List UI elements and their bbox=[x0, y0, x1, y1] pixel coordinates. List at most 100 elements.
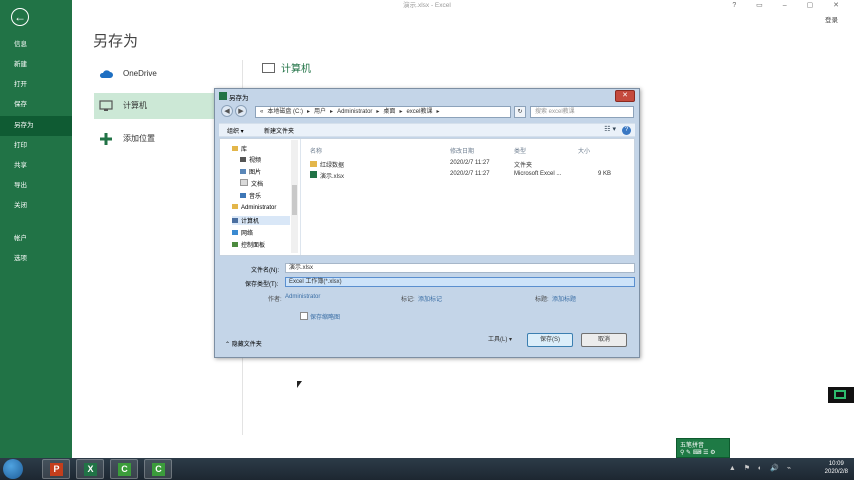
column-size[interactable]: 大小 bbox=[578, 146, 590, 155]
nav-share[interactable]: 共享 bbox=[0, 156, 72, 176]
file-type: Microsoft Excel ... bbox=[514, 171, 562, 177]
file-date: 2020/2/7 11:27 bbox=[450, 171, 490, 177]
taskbar-camtasia-2[interactable]: C bbox=[144, 459, 172, 479]
nav-tree: 库 视频 图片 文档 音乐 Administrator 计算机 网络 控制面板 bbox=[220, 139, 301, 255]
close-icon[interactable]: ✕ bbox=[615, 90, 635, 102]
nav-save[interactable]: 保存 bbox=[0, 95, 72, 115]
help-icon[interactable]: ? bbox=[622, 126, 631, 135]
plus-icon bbox=[100, 133, 112, 145]
nav-open[interactable]: 打开 bbox=[0, 75, 72, 95]
screen-recorder-icon[interactable] bbox=[828, 387, 854, 403]
tags-value[interactable]: 添加标记 bbox=[418, 294, 442, 303]
location-label: 添加位置 bbox=[123, 134, 155, 143]
nav-new[interactable]: 新建 bbox=[0, 55, 72, 75]
scroll-thumb[interactable] bbox=[292, 185, 297, 215]
back-icon[interactable]: ◀ bbox=[221, 105, 233, 117]
window-controls[interactable]: ? ▭ – ▢ ✕ bbox=[732, 1, 848, 9]
tree-item-pictures[interactable]: 图片 bbox=[240, 167, 261, 176]
save-button[interactable]: 保存(S) bbox=[527, 333, 573, 347]
dialog-toolbar: 组织 ▾ 新建文件夹 ☷ ▾? bbox=[219, 123, 635, 137]
powerpoint-icon: P bbox=[50, 463, 63, 476]
window-title: 演示.xlsx - Excel bbox=[403, 2, 451, 9]
file-size: 9 KB bbox=[598, 171, 612, 177]
mouse-cursor-icon bbox=[297, 381, 302, 388]
taskbar: P X C C ▲ ⚑ ◐ 🔊 ⌁ 10:09 2020/2/8 bbox=[0, 458, 854, 480]
excel-icon bbox=[219, 92, 227, 100]
title-label: 标题: bbox=[535, 297, 549, 303]
tree-item-network[interactable]: 网络 bbox=[232, 228, 253, 237]
tree-item-videos[interactable]: 视频 bbox=[240, 155, 261, 164]
nav-options[interactable]: 选项 bbox=[0, 249, 72, 269]
back-arrow-icon[interactable]: ← bbox=[11, 8, 29, 26]
dialog-title: 另存为 bbox=[229, 95, 249, 102]
tree-item-control-panel[interactable]: 控制面板 bbox=[232, 240, 265, 249]
tree-item-administrator[interactable]: Administrator bbox=[232, 204, 276, 211]
tags-label: 标记: bbox=[401, 297, 415, 303]
nav-save-as[interactable]: 另存为 bbox=[0, 116, 72, 136]
ime-tools[interactable]: ⚲ ✎ ⌨ ☰ ⚙ bbox=[680, 449, 726, 456]
clock-time: 10:09 bbox=[828, 461, 844, 467]
nav-export[interactable]: 导出 bbox=[0, 176, 72, 196]
excel-icon: X bbox=[84, 463, 97, 476]
cloud-icon bbox=[99, 70, 113, 78]
filetype-label: 保存类型(T): bbox=[245, 282, 279, 288]
tree-item-music[interactable]: 音乐 bbox=[240, 191, 261, 200]
cancel-button[interactable]: 取消 bbox=[581, 333, 627, 347]
table-row[interactable]: 红绿数据 bbox=[310, 160, 344, 169]
search-input[interactable]: 搜索 excel教课 bbox=[530, 106, 634, 118]
computer-heading: 计算机 bbox=[262, 60, 311, 75]
nav-account[interactable]: 帐户 bbox=[0, 229, 72, 249]
hide-folders-toggle[interactable]: ⌃ 隐藏文件夹 bbox=[225, 339, 262, 348]
file-browser: 库 视频 图片 文档 音乐 Administrator 计算机 网络 控制面板 … bbox=[219, 138, 635, 256]
taskbar-powerpoint[interactable]: P bbox=[42, 459, 70, 479]
tree-item-library[interactable]: 库 bbox=[232, 144, 247, 153]
thumbnail-checkbox[interactable]: 保存缩略图 bbox=[300, 312, 340, 321]
column-type[interactable]: 类型 bbox=[514, 146, 526, 155]
new-folder-button[interactable]: 新建文件夹 bbox=[264, 126, 294, 135]
view-icon[interactable]: ☷ ▾ bbox=[604, 126, 616, 133]
filetype-select[interactable]: Excel 工作簿(*.xlsx) bbox=[285, 277, 635, 287]
location-label: 计算机 bbox=[123, 101, 147, 110]
forward-icon[interactable]: ▶ bbox=[235, 105, 247, 117]
column-date[interactable]: 修改日期 bbox=[450, 146, 474, 155]
clock[interactable]: 10:09 2020/2/8 bbox=[825, 460, 848, 476]
title-value[interactable]: 添加标题 bbox=[552, 294, 576, 303]
tree-item-documents[interactable]: 文档 bbox=[240, 179, 263, 188]
refresh-icon[interactable]: ↻ bbox=[514, 106, 526, 118]
location-onedrive[interactable]: OneDrive bbox=[94, 61, 240, 87]
computer-icon bbox=[99, 100, 113, 111]
address-bar[interactable]: «本地磁盘 (C:) ▸ 用户 ▸ Administrator ▸ 桌面 ▸ excel教课 ▸ bbox=[255, 106, 511, 118]
view-controls[interactable]: ☷ ▾? bbox=[604, 125, 631, 135]
backstage-nav: ← 信息 新建 打开 保存 另存为 打印 共享 导出 关闭 帐户 选项 bbox=[0, 0, 72, 458]
tree-item-computer[interactable]: 计算机 bbox=[232, 216, 290, 225]
computer-heading-text: 计算机 bbox=[281, 64, 311, 75]
start-button-icon[interactable] bbox=[3, 459, 23, 479]
camtasia-icon: C bbox=[118, 463, 131, 476]
table-row[interactable]: 演示.xlsx bbox=[310, 171, 344, 180]
tools-button[interactable]: 工具(L) ▾ bbox=[477, 333, 523, 347]
column-name[interactable]: 名称 bbox=[310, 146, 322, 155]
ime-label: 五笔拼音 bbox=[680, 443, 705, 449]
clock-date: 2020/2/8 bbox=[824, 469, 848, 475]
file-type: 文件夹 bbox=[514, 163, 533, 169]
author-value[interactable]: Administrator bbox=[285, 294, 320, 300]
ime-toolbar[interactable]: 五笔拼音 ⚲ ✎ ⌨ ☰ ⚙ bbox=[676, 438, 730, 458]
save-as-dialog: 另存为 ✕ ◀ ▶ «本地磁盘 (C:) ▸ 用户 ▸ Administrator ▸ 桌面… bbox=[214, 88, 640, 358]
filename-label: 文件名(N): bbox=[251, 268, 279, 274]
tree-scrollbar[interactable] bbox=[291, 140, 298, 253]
checkbox-icon[interactable] bbox=[300, 312, 308, 320]
file-date: 2020/2/7 11:27 bbox=[450, 160, 490, 166]
filename-field[interactable]: 演示.xlsx bbox=[285, 263, 635, 273]
page-title: 另存为 bbox=[93, 33, 139, 50]
location-label: OneDrive bbox=[123, 69, 157, 78]
organize-button[interactable]: 组织 ▾ bbox=[227, 126, 244, 135]
camtasia-icon: C bbox=[152, 463, 165, 476]
computer-icon bbox=[262, 63, 275, 73]
nav-print[interactable]: 打印 bbox=[0, 136, 72, 156]
taskbar-camtasia-1[interactable]: C bbox=[110, 459, 138, 479]
sign-in-link[interactable]: 登录 bbox=[825, 14, 838, 24]
nav-close[interactable]: 关闭 bbox=[0, 196, 72, 216]
system-tray-icons[interactable]: ▲ ⚑ ◐ 🔊 ⌁ bbox=[729, 464, 794, 472]
taskbar-excel[interactable]: X bbox=[76, 459, 104, 479]
nav-info[interactable]: 信息 bbox=[0, 35, 72, 55]
